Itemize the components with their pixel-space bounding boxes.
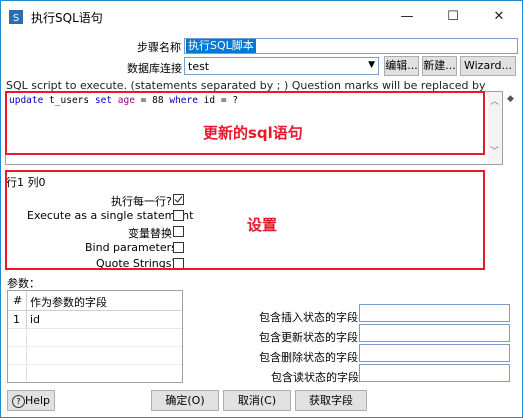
delete-status-input[interactable]: [359, 344, 510, 362]
step-name-label: 步骤名称: [137, 41, 181, 54]
column-header-field: 作为参数的字段: [30, 296, 107, 309]
column-divider: [26, 291, 27, 310]
chevron-down-icon: ▼: [368, 60, 375, 70]
table-row[interactable]: 1 id: [8, 310, 182, 329]
svg-text:S: S: [13, 13, 19, 24]
connection-select[interactable]: test ▼: [184, 57, 379, 75]
editor-scrollbar[interactable]: ︿ ﹀: [488, 92, 502, 164]
settings-annotation-text: 设置: [247, 216, 278, 234]
settings-annotation-box: [5, 170, 485, 270]
close-button[interactable]: ✕: [476, 1, 522, 32]
insert-status-label: 包含插入状态的字段: [259, 311, 358, 324]
edit-connection-button[interactable]: 编辑...: [384, 56, 419, 76]
spoon-app-icon: S: [9, 10, 23, 24]
sql-annotation-text: 更新的sql语句: [203, 124, 303, 142]
connection-value: test: [188, 60, 210, 73]
wizard-button[interactable]: Wizard...: [460, 56, 516, 76]
row-divider: [8, 364, 182, 365]
parameters-label: 参数：: [7, 277, 40, 290]
maximize-button[interactable]: ☐: [430, 1, 476, 32]
connection-label: 数据库连接: [127, 62, 182, 75]
dialog-window: S 执行SQL语句 — ☐ ✕ 步骤名称 执行SQL脚本 数据库连接 test …: [0, 0, 523, 418]
ok-button[interactable]: 确定(O): [151, 390, 219, 411]
scroll-down-icon[interactable]: ﹀: [490, 144, 499, 157]
row-number: 1: [13, 313, 20, 326]
get-fields-button[interactable]: 获取字段: [295, 390, 367, 411]
delete-status-label: 包含删除状态的字段: [259, 351, 358, 364]
insert-status-input[interactable]: [359, 304, 510, 322]
help-icon: ?: [11, 394, 25, 408]
update-status-input[interactable]: [359, 324, 510, 342]
step-name-value: 执行SQL脚本: [186, 39, 256, 53]
column-header-num: #: [13, 294, 23, 307]
new-connection-button[interactable]: 新建...: [422, 56, 457, 76]
window-title: 执行SQL语句: [31, 11, 103, 25]
minimize-button[interactable]: —: [384, 1, 430, 32]
read-status-label: 包含读状态的字段: [271, 371, 359, 384]
title-bar[interactable]: S 执行SQL语句 — ☐ ✕: [1, 1, 522, 32]
variable-icon[interactable]: ◆: [507, 94, 514, 104]
help-button[interactable]: ? Help: [7, 390, 55, 411]
step-name-input[interactable]: 执行SQL脚本: [184, 38, 518, 54]
help-label: Help: [24, 394, 51, 407]
scroll-up-icon[interactable]: ︿: [490, 94, 499, 107]
row-field: id: [30, 313, 41, 326]
parameters-table[interactable]: # 作为参数的字段 1 id: [7, 290, 183, 383]
column-divider: [26, 310, 27, 328]
table-header: # 作为参数的字段: [8, 291, 182, 311]
read-status-input[interactable]: [359, 364, 510, 382]
row-divider: [8, 346, 182, 347]
cancel-button[interactable]: 取消(C): [223, 390, 291, 411]
update-status-label: 包含更新状态的字段: [259, 331, 358, 344]
column-divider: [26, 328, 27, 382]
